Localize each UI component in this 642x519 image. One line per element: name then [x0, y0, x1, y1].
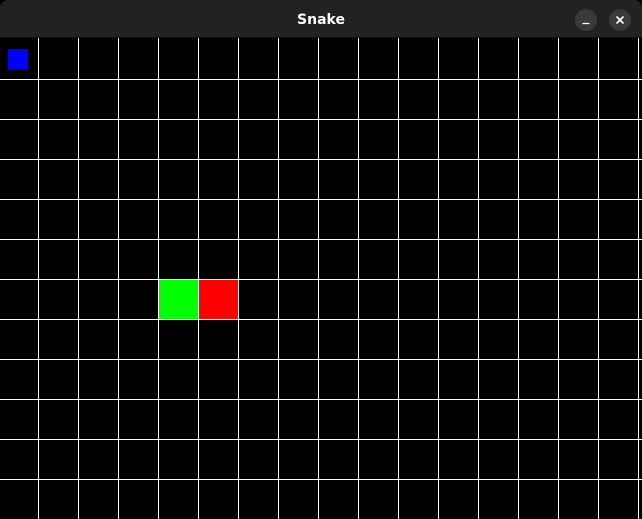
minimize-button[interactable] [575, 9, 597, 31]
board-background [0, 38, 642, 519]
snake-body [158, 279, 199, 320]
snake-head [198, 279, 239, 320]
game-window: Snake [0, 0, 642, 519]
game-grid [0, 38, 642, 519]
close-button[interactable] [609, 9, 631, 31]
food-block [8, 49, 28, 69]
minimize-icon [582, 22, 590, 25]
game-board[interactable] [0, 38, 642, 519]
title-bar[interactable]: Snake [0, 0, 642, 38]
window-title: Snake [297, 12, 345, 28]
close-icon [615, 15, 625, 25]
